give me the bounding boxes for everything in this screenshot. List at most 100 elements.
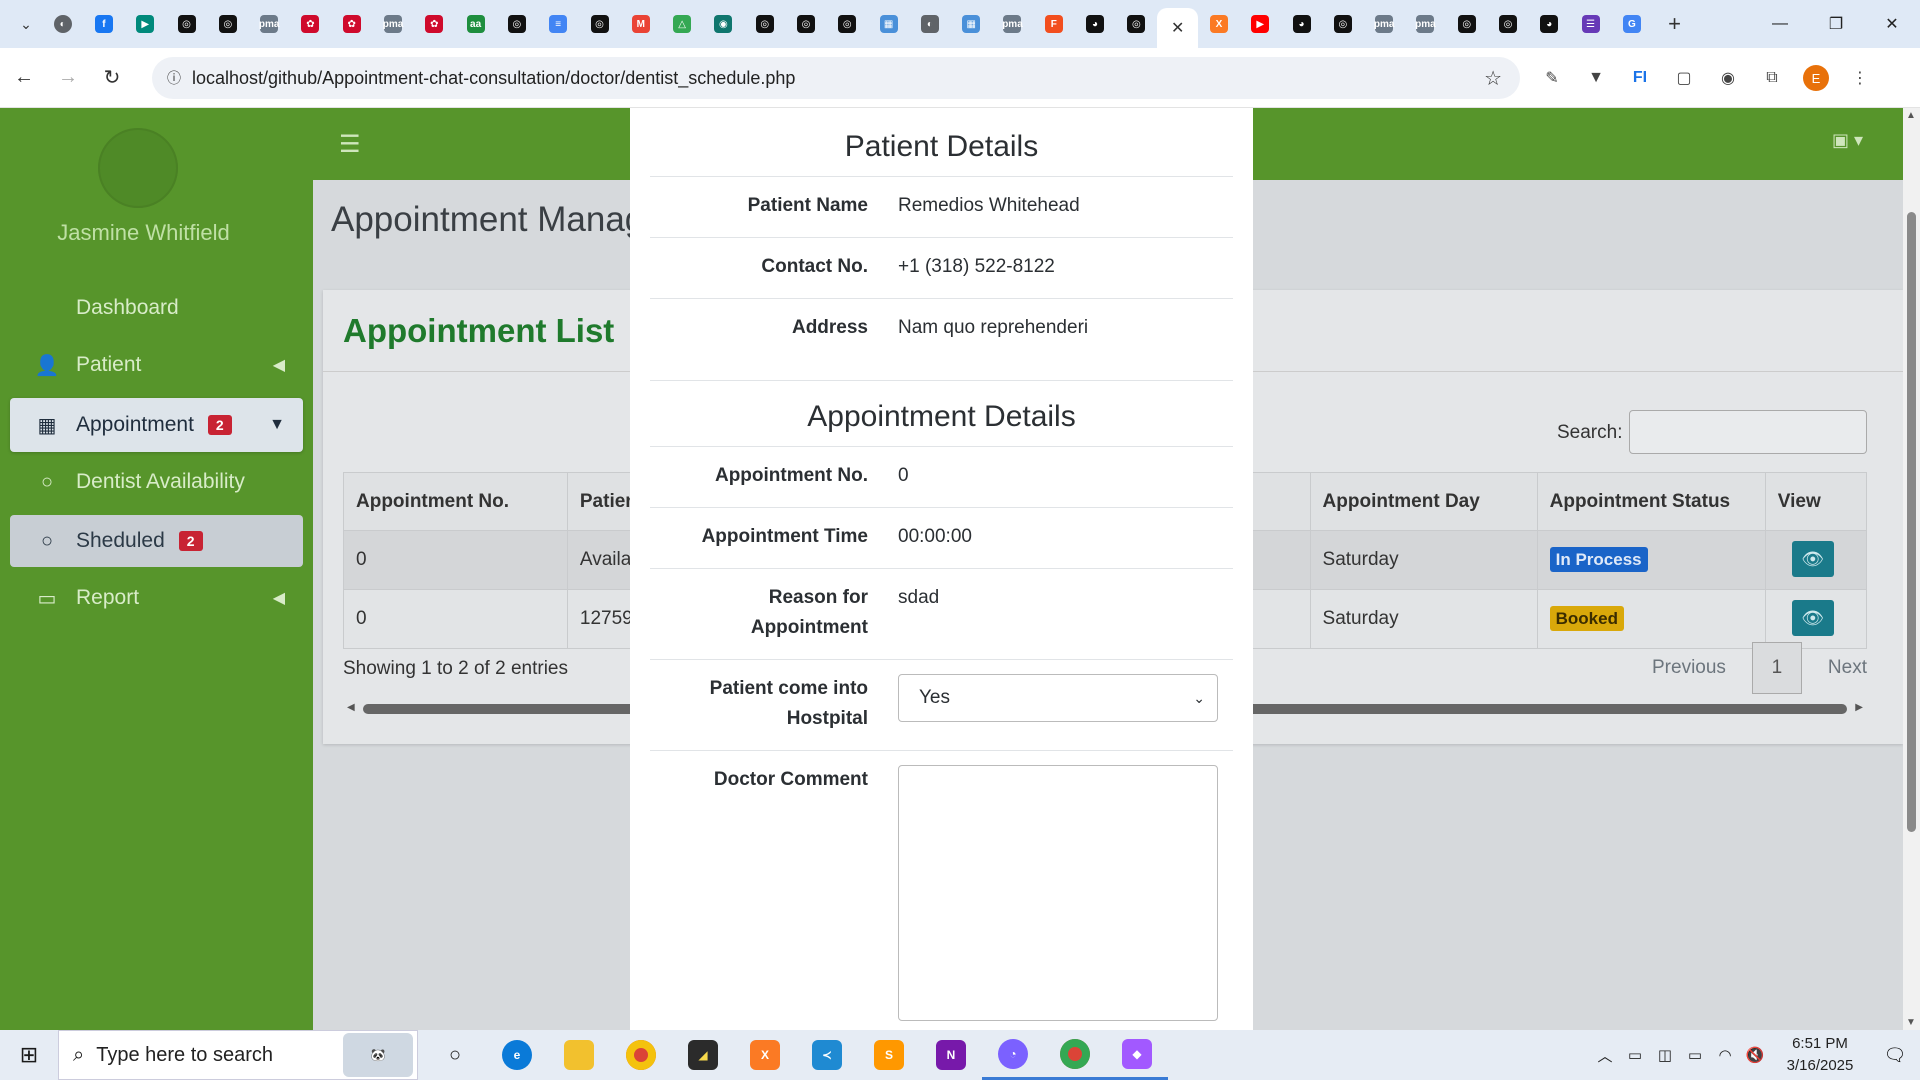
chrome-profile-icon[interactable] [1044,1030,1106,1080]
browser-tab[interactable]: G [1611,6,1652,42]
current-page-button[interactable]: 1 [1751,642,1802,694]
browser-tab[interactable]: M [620,6,661,42]
new-tab-button[interactable]: + [1657,6,1693,42]
browser-tab[interactable]: ◎ [1446,6,1487,42]
reload-button[interactable]: ↻ [92,58,132,98]
taskbar-search-box[interactable]: ⌕ Type here to search 🐼 [58,1030,418,1080]
browser-tab[interactable]: ◕ [1281,6,1322,42]
doctor-comment-textarea[interactable] [898,765,1218,1021]
browser-tab[interactable]: ◎ [1322,6,1363,42]
chevron-up-icon[interactable]: ︿ [1590,1045,1620,1066]
sticky-notes-icon[interactable]: ◢ [672,1030,734,1080]
site-info-icon[interactable]: ⓘ [156,68,192,88]
blank-extension-icon[interactable]: ▢ [1662,58,1706,98]
puzzle-extensions-icon[interactable]: ⧉ [1750,58,1794,98]
browser-tab[interactable]: △ [661,6,702,42]
browser-tab[interactable]: aa [455,6,496,42]
scroll-up-icon[interactable]: ▲ [1906,110,1916,121]
forward-button[interactable]: → [48,58,88,98]
audio-extension-icon[interactable]: ◉ [1706,58,1750,98]
view-eye-button[interactable]: 👁 [1791,600,1834,636]
scroll-right-icon[interactable]: ▶ [1855,702,1863,713]
meet-now-icon[interactable]: ▭ [1620,1046,1650,1064]
hamburger-menu-icon[interactable]: ☰ [339,130,361,159]
browser-tab[interactable]: ≡ [538,6,579,42]
scroll-thumb[interactable] [1907,212,1916,832]
window-close-icon[interactable]: ✕ [1864,0,1920,48]
browser-tab[interactable]: ◎ [1487,6,1528,42]
browser-tab[interactable]: ◎ [579,6,620,42]
browser-tab[interactable]: ◎ [744,6,785,42]
wifi-icon[interactable]: ◠ [1710,1046,1740,1064]
bookmark-star-icon[interactable]: ☆ [1484,66,1502,91]
sidebar-item-report[interactable]: ▭ Report ◀ [10,572,303,624]
column-header[interactable]: View [1764,472,1868,531]
column-header[interactable]: Appointment No. [343,472,568,531]
view-eye-button[interactable]: 👁 [1791,541,1834,577]
browser-tab[interactable]: F [1033,6,1074,42]
sublime-text-icon[interactable]: S [858,1030,920,1080]
url-text[interactable]: localhost/github/Appointment-chat-consul… [192,68,795,89]
sidebar-item-patient[interactable]: 👤 Patient ◀ [10,339,303,391]
browser-tab[interactable]: ▶ [125,6,166,42]
messenger-icon[interactable]: ◔ [982,1030,1044,1080]
notification-icon[interactable]: 🗨 [1870,1045,1920,1066]
previous-page-button[interactable]: Previous [1638,657,1740,679]
browser-tab[interactable]: ▶ [1240,6,1281,42]
browser-tab[interactable]: pma [1405,6,1446,42]
sidebar-item-appointment[interactable]: ▦ Appointment 2 ▼ [10,398,303,452]
browser-tab[interactable]: ◎ [785,6,826,42]
browser-tab[interactable]: ▦ [868,6,909,42]
scroll-left-icon[interactable]: ◀ [347,702,355,713]
browser-tab[interactable]: pma [992,6,1033,42]
browser-tab[interactable]: ◎ [827,6,868,42]
patient-came-select[interactable]: Yes ⌄ [898,674,1218,722]
vertical-scrollbar[interactable]: ▲ ▼ [1903,108,1920,1030]
browser-tab[interactable]: ◎ [166,6,207,42]
column-header[interactable]: Appointment Status [1536,472,1766,531]
screen-capture-icon[interactable]: ◫ [1650,1046,1680,1064]
sidebar-item-dashboard[interactable]: Dashboard [10,282,303,334]
scroll-down-icon[interactable]: ▼ [1906,1017,1916,1028]
minimize-icon[interactable]: — [1752,0,1808,48]
browser-tab[interactable]: pma [372,6,413,42]
tab-chrome-icon[interactable]: ◐ [42,6,83,42]
close-icon[interactable]: ✕ [1169,19,1187,37]
fi-extension-icon[interactable]: FI [1618,58,1662,98]
task-view-icon[interactable]: ○ [424,1030,486,1080]
chrome-icon[interactable] [610,1030,672,1080]
browser-tab[interactable]: X [1198,6,1239,42]
user-dropdown-icon[interactable]: ▣ ▾ [1832,130,1863,151]
restore-icon[interactable]: ❐ [1808,0,1864,48]
eyedropper-extension-icon[interactable]: ✎ [1530,58,1574,98]
browser-tab[interactable]: ◉ [703,6,744,42]
column-header[interactable]: Appointment Day [1309,472,1538,531]
browser-menu-icon[interactable]: ⋮ [1838,58,1882,98]
active-tab[interactable]: ✕ [1157,8,1199,48]
profile-avatar[interactable]: E [1794,58,1838,98]
back-button[interactable]: ← [4,58,44,98]
browser-tab[interactable]: ✿ [414,6,455,42]
search-input[interactable] [1629,410,1867,454]
browser-tab[interactable]: ◕ [1074,6,1115,42]
sidebar-item-dentist-availability[interactable]: ○ Dentist Availability [10,456,303,508]
taskbar-clock[interactable]: 6:51 PM 3/16/2025 [1770,1033,1870,1077]
figma-app-icon[interactable]: ◆ [1106,1030,1168,1080]
browser-tab[interactable]: ◐ [909,6,950,42]
file-explorer-icon[interactable] [548,1030,610,1080]
browser-tab[interactable]: ◎ [207,6,248,42]
address-bar[interactable]: ⓘ localhost/github/Appointment-chat-cons… [152,57,1520,99]
xampp-icon[interactable]: X [734,1030,796,1080]
browser-tab[interactable]: ◎ [1116,6,1157,42]
browser-tab[interactable]: f [83,6,124,42]
browser-tab[interactable]: ▦ [951,6,992,42]
browser-tab[interactable]: ◕ [1529,6,1570,42]
browser-tab[interactable]: ☰ [1570,6,1611,42]
onenote-icon[interactable]: N [920,1030,982,1080]
browser-tab[interactable]: ✿ [331,6,372,42]
browser-tab[interactable]: ◎ [496,6,537,42]
vscode-icon[interactable]: ≺ [796,1030,858,1080]
browser-tab[interactable]: ✿ [290,6,331,42]
windows-start-icon[interactable]: ⊞ [0,1030,58,1080]
next-page-button[interactable]: Next [1814,657,1881,679]
